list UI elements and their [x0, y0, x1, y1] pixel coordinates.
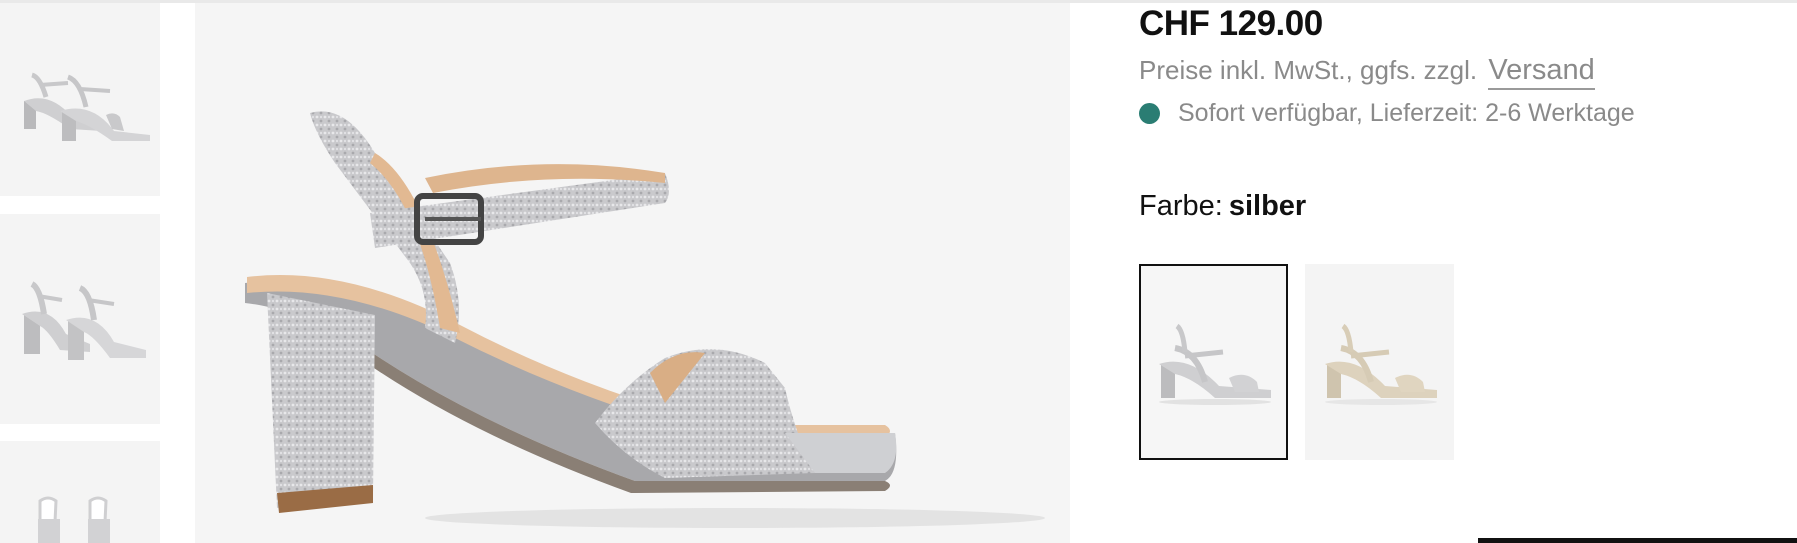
- sandal-thumbnail-image: [24, 72, 150, 141]
- silver-sandal-swatch-image: [1158, 323, 1271, 405]
- sandal-front-thumbnail-image: [38, 496, 110, 543]
- tax-note-text: Preise inkl. MwSt., ggfs. zzgl.: [1139, 55, 1478, 85]
- silver-sandal-image: [245, 111, 1045, 528]
- selected-color-value: silber: [1228, 190, 1307, 222]
- size-selector-edge[interactable]: [1478, 538, 1797, 543]
- availability-status: Sofort verfügbar, Lieferzeit: 2-6 Werkta…: [1139, 97, 1635, 129]
- sandal-pair-thumbnail-image: [22, 281, 146, 360]
- color-selection-label: Farbe: silber: [1139, 190, 1306, 223]
- tax-note: Preise inkl. MwSt., ggfs. zzgl. Versand: [1139, 54, 1595, 90]
- color-swatch-beige[interactable]: [1305, 264, 1454, 460]
- product-price: CHF 129.00: [1139, 4, 1323, 43]
- beige-sandal-swatch-image: [1324, 323, 1437, 405]
- availability-dot-icon: [1139, 102, 1160, 124]
- main-product-image[interactable]: [195, 3, 1070, 543]
- gallery-thumbnail-3[interactable]: [0, 441, 160, 543]
- availability-text: Sofort verfügbar, Lieferzeit: 2-6 Werkta…: [1178, 98, 1635, 127]
- gallery-thumbnail-2[interactable]: [0, 214, 160, 424]
- color-label: Farbe:: [1139, 190, 1223, 222]
- gallery-thumbnail-1[interactable]: [0, 3, 160, 196]
- shipping-link[interactable]: Versand: [1488, 54, 1595, 90]
- color-swatch-silber[interactable]: [1139, 264, 1288, 460]
